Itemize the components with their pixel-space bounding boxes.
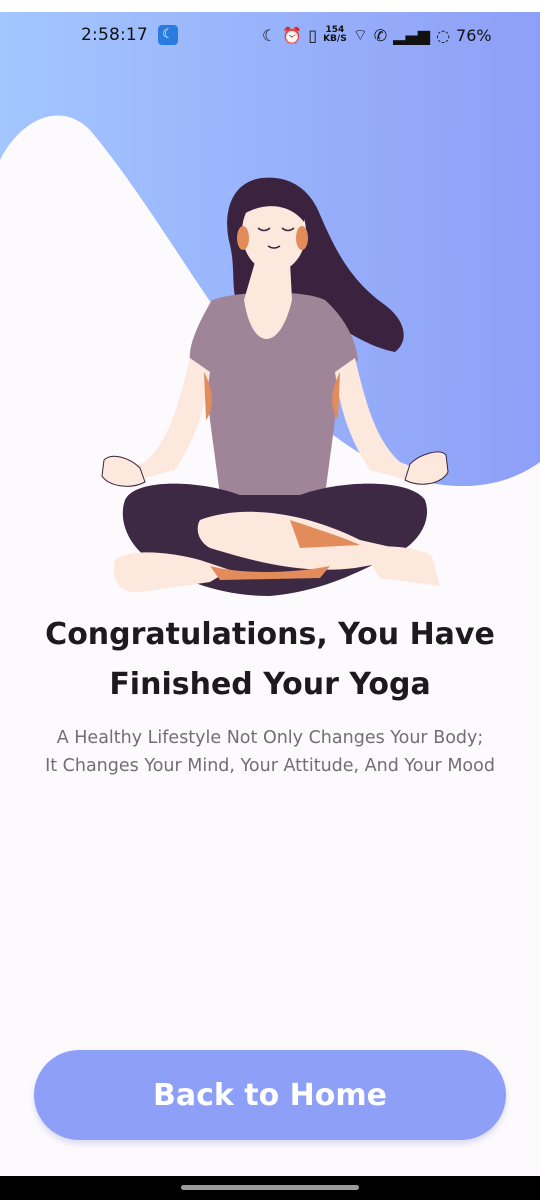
system-nav-bar: [0, 1176, 540, 1200]
title-line-1: Congratulations, You Have: [45, 617, 495, 652]
meditating-woman-illustration: [0, 12, 540, 602]
hero-illustration: [0, 12, 540, 602]
page-title: Congratulations, You Have Finished Your …: [0, 610, 540, 710]
alarm-icon: ⏰: [282, 25, 303, 45]
moon-app-icon: ☾: [158, 25, 178, 45]
signal-icon: ▂▄▆: [393, 25, 431, 45]
status-icons: ☾ ⏰ ▯ 154 KB/S ⌔ ✆ ▂▄▆ ◌ 76%: [262, 22, 492, 48]
network-speed-unit: KB/S: [323, 34, 347, 44]
network-speed: 154 KB/S: [323, 26, 347, 44]
title-line-2: Finished Your Yoga: [109, 667, 431, 702]
home-gesture-handle[interactable]: [181, 1185, 359, 1190]
back-to-home-button[interactable]: Back to Home: [34, 1050, 506, 1140]
battery-icon: ◌: [436, 25, 451, 45]
motivational-text: A Healthy Lifestyle Not Only Changes You…: [0, 724, 540, 780]
do-not-disturb-icon: ☾: [262, 25, 277, 45]
subtext-line-2: It Changes Your Mind, Your Attitude, And…: [45, 756, 495, 776]
vibrate-icon: ▯: [308, 25, 318, 45]
top-band: [0, 0, 540, 12]
status-bar: 2:58:17 ☾ ☾ ⏰ ▯ 154 KB/S ⌔ ✆ ▂▄▆ ◌ 76%: [0, 12, 540, 56]
battery-percent: 76%: [456, 25, 492, 45]
subtext-line-1: A Healthy Lifestyle Not Only Changes You…: [56, 728, 484, 748]
status-time: 2:58:17: [81, 25, 148, 45]
wifi-icon: ⌔: [352, 25, 368, 44]
wifi-calling-icon: ✆: [373, 25, 388, 45]
